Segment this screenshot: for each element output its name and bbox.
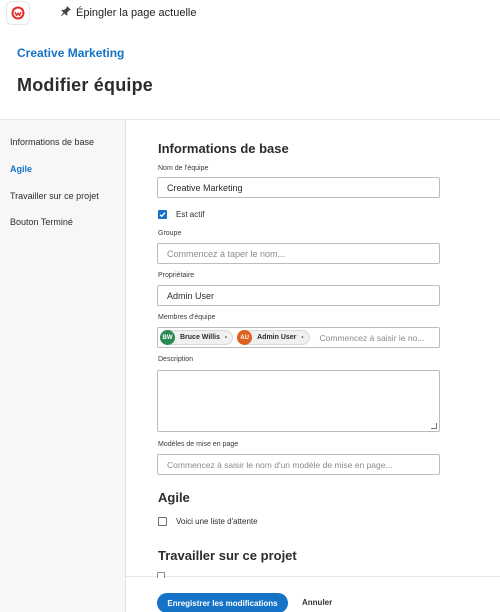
layout-templates-placeholder: Commencez à saisir le nom d'un modèle de… [167, 459, 393, 470]
members-input[interactable]: BW Bruce Willis • AU Admin User • Commen… [157, 327, 440, 348]
backlog-row: Voici une liste d'attente [158, 517, 258, 526]
sidebar-item-work-on-project[interactable]: Travailler sur ce projet [10, 191, 99, 201]
description-label: Description [158, 356, 194, 363]
form-footer: Enregistrer les modifications Annuler [126, 572, 500, 612]
group-placeholder: Commencez à taper le nom... [167, 248, 286, 259]
sidebar: Informations de base Agile Travailler su… [0, 120, 126, 612]
avatar: BW [160, 330, 175, 345]
avatar: AU [237, 330, 253, 345]
backlog-label: Voici une liste d'attente [176, 517, 258, 526]
close-icon[interactable]: • [225, 335, 227, 341]
section-title-agile: Agile [158, 490, 190, 505]
sidebar-item-basic-info[interactable]: Informations de base [10, 137, 94, 147]
edit-team-form: Informations de base Nom de l'équipe Cre… [126, 120, 500, 576]
member-name: Bruce Willis [180, 334, 221, 341]
workfront-logo-icon[interactable] [7, 2, 29, 24]
partial-checkbox[interactable] [157, 572, 165, 578]
close-icon[interactable]: • [301, 335, 303, 341]
owner-input[interactable]: Admin User [157, 285, 440, 306]
members-label: Membres d'équipe [158, 314, 216, 321]
cancel-button[interactable]: Annuler [302, 598, 332, 607]
top-bar: Épingler la page actuelle [0, 0, 500, 26]
member-name: Admin User [257, 334, 297, 341]
team-name-input[interactable]: Creative Marketing [157, 177, 440, 198]
group-label: Groupe [158, 230, 182, 237]
pin-icon [60, 5, 72, 20]
save-button[interactable]: Enregistrer les modifications [157, 593, 288, 612]
resize-handle-icon[interactable] [431, 423, 437, 429]
group-input[interactable]: Commencez à taper le nom... [157, 243, 440, 264]
sidebar-item-done-button[interactable]: Bouton Terminé [10, 217, 73, 227]
member-chip[interactable]: AU Admin User • [237, 330, 310, 345]
member-chip[interactable]: BW Bruce Willis • [160, 330, 234, 345]
scrolled-content-edge [157, 572, 497, 578]
sidebar-item-agile[interactable]: Agile [10, 164, 32, 174]
backlog-checkbox[interactable] [158, 517, 167, 526]
members-placeholder: Commencez à saisir le no... [319, 332, 425, 343]
layout-templates-label: Modèles de mise en page [158, 441, 239, 448]
owner-label: Propriétaire [158, 272, 195, 279]
layout-templates-input[interactable]: Commencez à saisir le nom d'un modèle de… [157, 454, 440, 475]
team-name-label: Nom de l'équipe [158, 165, 209, 172]
description-textarea[interactable] [157, 370, 440, 432]
owner-value: Admin User [167, 290, 215, 301]
page-title: Modifier équipe [17, 75, 154, 95]
team-name-value: Creative Marketing [167, 182, 243, 193]
is-active-label: Est actif [176, 210, 205, 219]
is-active-checkbox[interactable] [158, 210, 167, 219]
pin-label: Épingler la page actuelle [76, 6, 197, 19]
check-icon [159, 212, 166, 218]
is-active-row: Est actif [158, 210, 204, 219]
pin-page-button[interactable]: Épingler la page actuelle [60, 5, 196, 20]
page-header: Creative Marketing Modifier équipe [0, 26, 500, 120]
section-title-basic-info: Informations de base [158, 141, 289, 156]
breadcrumb[interactable]: Creative Marketing [17, 46, 124, 60]
section-title-work-on-project: Travailler sur ce projet [158, 548, 297, 563]
